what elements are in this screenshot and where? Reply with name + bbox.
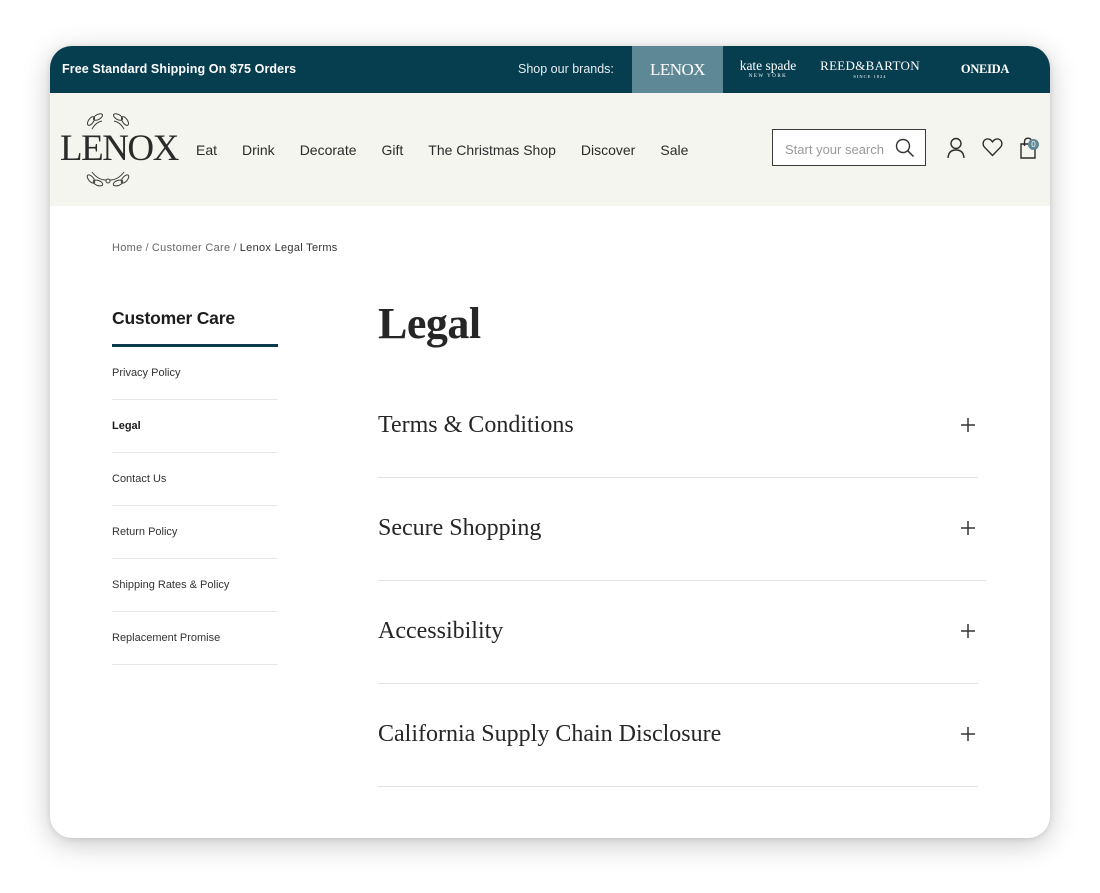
accordion-secure-shopping[interactable]: Secure Shopping	[378, 477, 986, 581]
sidebar-item-privacy-policy[interactable]: Privacy Policy	[112, 347, 278, 400]
search-box	[772, 129, 926, 166]
brand-kate-spade-link[interactable]: kate spade NEW YORK	[733, 46, 803, 93]
shipping-promo[interactable]: Free Standard Shipping On $75 Orders	[62, 46, 296, 93]
customer-care-sidebar: Customer Care Privacy Policy Legal Conta…	[112, 308, 278, 665]
account-icon[interactable]	[946, 137, 966, 164]
nav-christmas-shop[interactable]: The Christmas Shop	[428, 142, 556, 158]
sidebar-item-contact-us[interactable]: Contact Us	[112, 453, 278, 506]
breadcrumb: Home / Customer Care / Lenox Legal Terms	[112, 242, 338, 254]
nav-sale[interactable]: Sale	[660, 142, 688, 158]
promo-bar: Free Standard Shipping On $75 Orders Sho…	[50, 46, 1050, 93]
nav-eat[interactable]: Eat	[196, 142, 217, 158]
page-title: Legal	[378, 299, 481, 348]
nav-gift[interactable]: Gift	[382, 142, 404, 158]
brand-kate-spade-sub: NEW YORK	[748, 73, 788, 79]
nav-discover[interactable]: Discover	[581, 142, 635, 158]
sidebar-item-return-policy[interactable]: Return Policy	[112, 506, 278, 559]
breadcrumb-separator: /	[233, 242, 237, 254]
brand-kate-spade-label: kate spade	[739, 57, 797, 73]
breadcrumb-customer-care[interactable]: Customer Care	[152, 242, 230, 254]
search-input[interactable]	[783, 138, 892, 160]
search-icon[interactable]	[895, 138, 915, 163]
sidebar-item-legal[interactable]: Legal	[112, 400, 278, 453]
site-header: LENOX Eat Drink Decorate Gift The Christ…	[50, 93, 1050, 206]
brand-oneida-link[interactable]: ONEIDA	[955, 46, 1015, 93]
brand-reed-barton-sub: SINCE 1824	[853, 73, 887, 79]
sidebar-item-shipping-rates[interactable]: Shipping Rates & Policy	[112, 559, 278, 612]
breadcrumb-current: Lenox Legal Terms	[239, 242, 338, 254]
accordion-terms-conditions[interactable]: Terms & Conditions	[378, 374, 978, 478]
nav-decorate[interactable]: Decorate	[300, 142, 357, 158]
accordion-title: Secure Shopping	[378, 515, 542, 541]
wishlist-heart-icon[interactable]	[982, 137, 1003, 162]
brand-oneida-label: ONEIDA	[960, 62, 1010, 76]
expand-plus-icon[interactable]	[961, 624, 975, 643]
accordion-title: Terms & Conditions	[378, 412, 574, 438]
logo-wordmark: LENOX	[60, 128, 179, 169]
accordion-title: Accessibility	[378, 618, 504, 644]
brand-lenox-link[interactable]: LENOX	[632, 46, 723, 93]
expand-plus-icon[interactable]	[961, 521, 975, 540]
brand-lenox-label: LENOX	[649, 59, 706, 79]
browser-frame: Free Standard Shipping On $75 Orders Sho…	[50, 46, 1050, 838]
nav-drink[interactable]: Drink	[242, 142, 275, 158]
breadcrumb-separator: /	[145, 242, 149, 254]
breadcrumb-home[interactable]: Home	[112, 242, 143, 254]
brands-label: Shop our brands:	[518, 62, 614, 76]
sidebar-item-replacement-promise[interactable]: Replacement Promise	[112, 612, 278, 665]
accordion-title: California Supply Chain Disclosure	[378, 721, 722, 747]
cart-count-badge: 0	[1028, 139, 1039, 150]
accordion-accessibility[interactable]: Accessibility	[378, 580, 978, 684]
expand-plus-icon[interactable]	[961, 727, 975, 746]
accordion-california-supply-chain[interactable]: California Supply Chain Disclosure	[378, 683, 978, 787]
main-nav: Eat Drink Decorate Gift The Christmas Sh…	[196, 93, 713, 206]
sidebar-title: Customer Care	[112, 308, 235, 328]
brand-reed-barton-link[interactable]: REED&BARTON SINCE 1824	[820, 46, 920, 93]
brand-reed-barton-label: REED&BARTON	[820, 57, 920, 73]
lenox-logo[interactable]: LENOX	[58, 112, 179, 188]
expand-plus-icon[interactable]	[961, 418, 975, 437]
